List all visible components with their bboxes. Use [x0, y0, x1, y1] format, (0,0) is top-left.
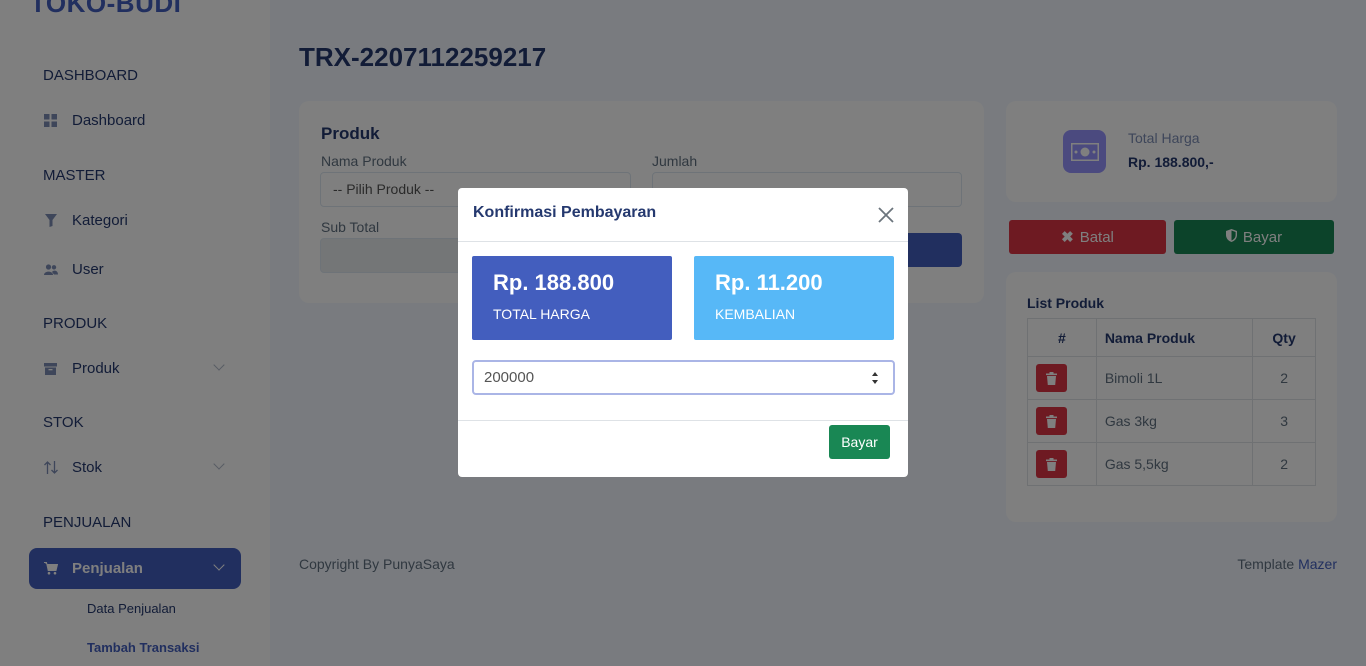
modal-title: Konfirmasi Pembayaran	[473, 204, 657, 221]
total-harga-box: Rp. 188.800 TOTAL HARGA	[472, 256, 672, 340]
kembalian-box: Rp. 11.200 KEMBALIAN	[694, 256, 894, 340]
total-harga-amount: Rp. 188.800	[493, 270, 615, 295]
kembalian-caption: KEMBALIAN	[715, 306, 796, 322]
payment-confirmation-modal: Konfirmasi Pembayaran Rp. 188.800 TOTAL …	[458, 188, 908, 477]
total-harga-caption: TOTAL HARGA	[493, 306, 590, 322]
modal-bayar-button[interactable]: Bayar	[829, 425, 890, 459]
payment-amount-input[interactable]	[472, 360, 895, 395]
kembalian-amount: Rp. 11.200	[715, 270, 823, 295]
number-spinner[interactable]	[870, 368, 880, 388]
close-icon	[878, 207, 894, 223]
spinner-arrows-icon	[872, 372, 878, 384]
modal-footer-divider	[458, 420, 908, 421]
modal-header: Konfirmasi Pembayaran	[458, 188, 908, 242]
close-button[interactable]	[876, 205, 896, 225]
